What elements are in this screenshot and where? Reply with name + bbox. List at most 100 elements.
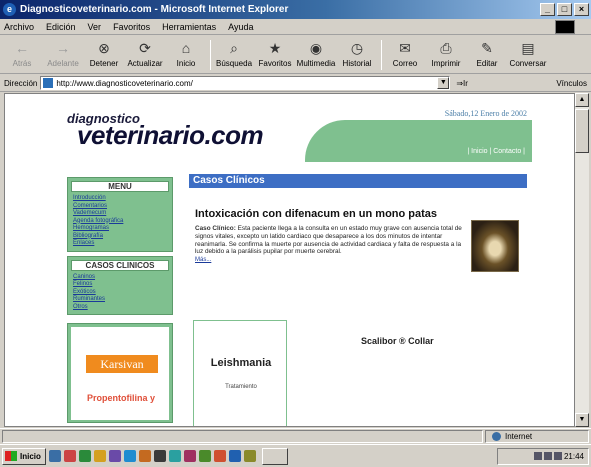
ad-banner[interactable]: Karsivan Propentofilina y [67, 323, 173, 423]
quick-launch-icon[interactable] [49, 450, 61, 462]
minimize-button[interactable]: _ [540, 3, 555, 16]
start-button[interactable]: Inicio [2, 447, 46, 465]
quick-launch-icon[interactable] [139, 450, 151, 462]
more-link[interactable]: Más... [195, 257, 465, 263]
current-date: Sábado,12 Enero de 2002 [444, 109, 527, 118]
leishmania-title: Leishmania [210, 357, 272, 369]
address-input[interactable]: http://www.diagnosticoveterinario.com/ ▼ [40, 76, 451, 90]
zone-label: Internet [505, 431, 533, 441]
ad-brand: Karsivan [86, 355, 158, 373]
ad-text: Propentofilina y [86, 393, 155, 403]
scroll-down-button[interactable]: ▼ [575, 413, 589, 427]
media-icon: ◉ [309, 40, 323, 56]
refresh-label: Actualizar [127, 59, 163, 68]
discuss-icon: ▤ [521, 40, 535, 56]
tray-icon[interactable] [553, 452, 562, 460]
menu-link[interactable]: Bibliografía [73, 233, 167, 241]
vertical-scrollbar[interactable]: ▲ ▼ [575, 93, 589, 427]
scalibor-banner[interactable]: Scalibor ® Collar [361, 336, 434, 346]
start-label: Inicio [20, 451, 41, 461]
discuss-label: Conversar [509, 59, 547, 68]
home-label: Inicio [176, 59, 196, 68]
clock[interactable]: 21:44 [564, 452, 584, 461]
refresh-button[interactable]: ⟳ Actualizar [125, 38, 165, 72]
print-button[interactable]: ⎙ Imprimir [426, 38, 466, 72]
stop-icon: ⊗ [98, 40, 110, 56]
links-button[interactable]: Vínculos [556, 79, 587, 88]
back-arrow-icon: ← [15, 40, 29, 56]
stop-label: Detener [89, 59, 119, 68]
casos-link[interactable]: Felinos [73, 281, 167, 289]
quick-launch-icon[interactable] [244, 450, 256, 462]
menu-link[interactable]: Hemogramas [73, 225, 167, 233]
media-button[interactable]: ◉ Multimedia [296, 38, 336, 72]
menu-herramientas[interactable]: Herramientas [162, 22, 216, 32]
stop-button[interactable]: ⊗ Detener [84, 38, 124, 72]
toolbar-separator [381, 40, 382, 70]
search-button[interactable]: ⌕ Búsqueda [214, 38, 254, 72]
quick-launch-icon[interactable] [79, 450, 91, 462]
go-button[interactable]: ⇒Ir [456, 79, 468, 88]
menu-edicion[interactable]: Edición [46, 22, 76, 32]
maximize-button[interactable]: □ [557, 3, 572, 16]
casos-link[interactable]: Exóticos [73, 289, 167, 297]
menu-favoritos[interactable]: Favoritos [113, 22, 150, 32]
title-bar[interactable]: e Diagnosticoveterinario.com - Microsoft… [0, 0, 591, 19]
quick-launch-icon[interactable] [109, 450, 121, 462]
quick-launch-icon[interactable] [124, 450, 136, 462]
menu-link[interactable]: Introducción [73, 195, 167, 203]
refresh-icon: ⟳ [139, 40, 151, 56]
edit-button[interactable]: ✎ Editar [467, 38, 507, 72]
casos-link[interactable]: Ruminantes [73, 296, 167, 304]
taskbar-window-button[interactable] [262, 447, 288, 465]
quick-launch-icon[interactable] [214, 450, 226, 462]
header-nav-links[interactable]: | Inicio | Contacto | [425, 148, 525, 155]
close-button[interactable]: × [574, 3, 589, 16]
tray-icon[interactable] [533, 452, 542, 460]
casos-link[interactable]: Otros [73, 304, 167, 312]
favorites-button[interactable]: ★ Favoritos [255, 38, 295, 72]
menu-ver[interactable]: Ver [88, 22, 102, 32]
discuss-button[interactable]: ▤ Conversar [508, 38, 548, 72]
menu-link[interactable]: Enlaces [73, 240, 167, 248]
address-bar: Dirección http://www.diagnosticoveterina… [0, 75, 591, 92]
system-tray: 21:44 [497, 447, 589, 465]
mail-button[interactable]: ✉ Correo [385, 38, 425, 72]
article-title[interactable]: Intoxicación con difenacum en un mono pa… [195, 208, 465, 220]
quick-launch-icon[interactable] [64, 450, 76, 462]
print-label: Imprimir [431, 59, 461, 68]
quick-launch-icon[interactable] [199, 450, 211, 462]
home-button[interactable]: ⌂ Inicio [166, 38, 206, 72]
article-photo [471, 220, 519, 272]
menu-bar: Archivo Edición Ver Favoritos Herramient… [0, 19, 591, 35]
casos-box: CASOS CLINICOS Caninos Felinos Exóticos … [67, 255, 173, 315]
casos-link[interactable]: Caninos [73, 274, 167, 282]
windows-logo-icon [555, 20, 575, 34]
leishmania-banner[interactable]: Leishmania Tratamiento [193, 320, 287, 426]
page-viewport: diagnostico veterinario.com Sábado,12 En… [4, 93, 575, 427]
menu-link[interactable]: Agenda fotográfica [73, 218, 167, 226]
quick-launch-icon[interactable] [229, 450, 241, 462]
quick-launch-icon[interactable] [94, 450, 106, 462]
quick-launch-icon[interactable] [169, 450, 181, 462]
scroll-up-button[interactable]: ▲ [575, 93, 589, 107]
edit-label: Editar [476, 59, 498, 68]
windows-flag-icon [5, 451, 17, 461]
menu-link[interactable]: Vademecum [73, 210, 167, 218]
scroll-thumb[interactable] [575, 109, 589, 153]
menu-link[interactable]: Comentarios [73, 203, 167, 211]
quick-launch-icon[interactable] [154, 450, 166, 462]
back-button[interactable]: ← Atrás [2, 38, 42, 72]
menu-ayuda[interactable]: Ayuda [228, 22, 253, 32]
forward-button[interactable]: → Adelante [43, 38, 83, 72]
site-logo[interactable]: veterinario.com [77, 120, 264, 151]
quick-launch-icon[interactable] [184, 450, 196, 462]
mail-icon: ✉ [399, 40, 411, 56]
tray-icon[interactable] [543, 452, 552, 460]
taskbar: Inicio 21:44 [0, 444, 591, 467]
back-label: Atrás [12, 59, 32, 68]
menu-archivo[interactable]: Archivo [4, 22, 34, 32]
history-button[interactable]: ◷ Historial [337, 38, 377, 72]
home-icon: ⌂ [181, 40, 191, 56]
address-dropdown-button[interactable]: ▼ [437, 77, 450, 89]
